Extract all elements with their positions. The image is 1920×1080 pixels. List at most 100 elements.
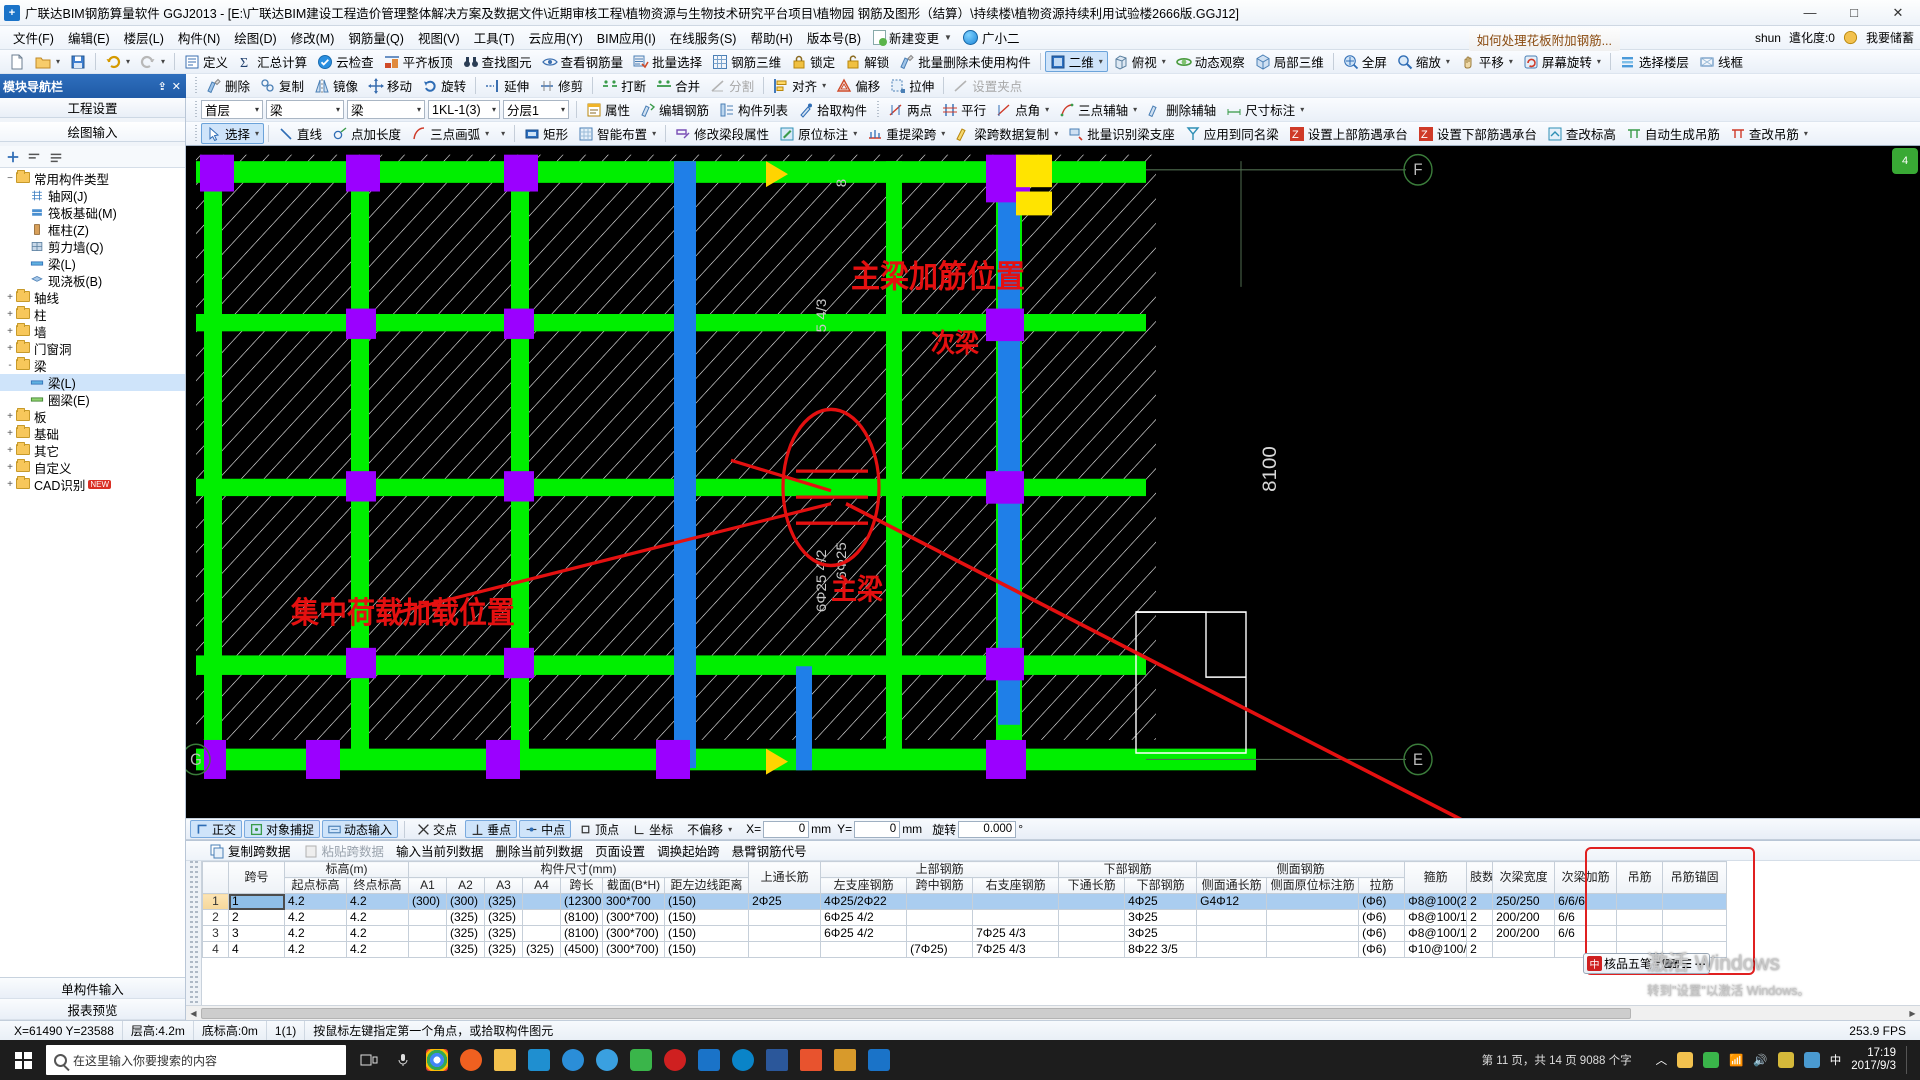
cell-stirrup[interactable]: Φ8@100(2) xyxy=(1404,893,1468,910)
app-mail[interactable] xyxy=(524,1044,554,1076)
cell-sec-beam-rebar[interactable]: 6/6/6 xyxy=(1554,893,1618,910)
expand-toggle[interactable]: + xyxy=(4,411,16,422)
toolbar-drag-handle[interactable] xyxy=(193,124,198,143)
expand-toggle[interactable]: - xyxy=(4,360,16,371)
cell-bottom-rebar[interactable]: 3Φ25 xyxy=(1124,909,1198,926)
tree-item-cast-slab[interactable]: 现浇板(B) xyxy=(0,272,185,289)
tree-folder-cad-recognition[interactable]: + CAD识别 NEW xyxy=(0,475,185,493)
tray-app-icon-2[interactable] xyxy=(1703,1052,1720,1068)
cell-a3[interactable]: (325) xyxy=(484,925,523,942)
cell-span-length[interactable]: (8100) xyxy=(560,925,603,942)
snap-coordinate[interactable]: 坐标 xyxy=(627,820,679,838)
ime-mode-icon[interactable]: 中 xyxy=(1587,956,1602,971)
cell-bottom-rebar[interactable]: 3Φ25 xyxy=(1124,925,1198,942)
cell-dist-left[interactable]: (150) xyxy=(663,941,750,958)
tree-item-ring-beam[interactable]: 圈梁(E) xyxy=(0,391,185,408)
cell-tie[interactable]: (Φ6) xyxy=(1358,925,1406,942)
maximize-button[interactable]: □ xyxy=(1832,0,1876,26)
chevron-down-icon[interactable]: ▾ xyxy=(1656,959,1660,968)
apply-same-beam-button[interactable]: 应用到同名梁 xyxy=(1180,123,1284,144)
toolbar-drag-handle[interactable] xyxy=(193,76,198,95)
table-row[interactable]: 2 2 4.2 4.2 (325) (325) (8100) (300*700) xyxy=(202,909,1728,926)
pin-icon[interactable]: ⇪ xyxy=(158,80,167,93)
help-tip-link[interactable]: 如何处理花板附加钢筋... xyxy=(1468,28,1620,51)
cell-dist-left[interactable]: (150) xyxy=(663,925,750,942)
cell-left-support[interactable]: 6Φ25 4/2 xyxy=(820,909,908,926)
dimension-button[interactable]: 尺寸标注 ▾ xyxy=(1221,99,1309,120)
scroll-right-arrow[interactable]: ▶ xyxy=(1905,1009,1920,1018)
cell-hanger-anchor[interactable] xyxy=(1662,893,1728,910)
tree-folder-column[interactable]: + 柱 xyxy=(0,305,185,323)
toolbar-drag-handle[interactable] xyxy=(193,100,198,119)
app-gld2[interactable] xyxy=(864,1044,894,1076)
snap-midpoint[interactable]: 中点 xyxy=(519,820,572,838)
y-input[interactable] xyxy=(854,820,901,838)
re-extract-span-button[interactable]: 重提梁跨 ▾ xyxy=(862,123,950,144)
tree-item-axis-grid[interactable]: 轴网(J) xyxy=(0,187,185,204)
tree-folder-foundation[interactable]: + 基础 xyxy=(0,424,185,442)
three-point-axis-button[interactable]: 三点辅轴 ▾ xyxy=(1054,99,1142,120)
cell-span-no[interactable]: 1 xyxy=(228,893,285,910)
expand-toggle[interactable]: + xyxy=(4,309,16,320)
cell-end-elev[interactable]: 4.2 xyxy=(346,893,409,910)
tray-app-icon-1[interactable] xyxy=(1677,1052,1694,1068)
screen-rotate-button[interactable]: 屏幕旋转 ▾ xyxy=(1518,51,1606,72)
table-row[interactable]: 4 4 4.2 4.2 (325) (325) (325) (4500) (30… xyxy=(202,941,1728,958)
align-button[interactable]: 对齐 ▾ xyxy=(768,75,831,96)
input-current-column-button[interactable]: 输入当前列数据 xyxy=(391,842,489,860)
cell-legs[interactable]: 2 xyxy=(1466,941,1494,958)
cell-hanger-anchor[interactable] xyxy=(1662,925,1728,942)
orbit-button[interactable]: 动态观察 xyxy=(1171,51,1250,72)
menu-rebar-qty[interactable]: 钢筋量(Q) xyxy=(341,26,411,49)
cell-hanger-anchor[interactable] xyxy=(1662,909,1728,926)
volume-icon[interactable]: 🔊 xyxy=(1753,1053,1767,1067)
app-opera[interactable] xyxy=(660,1044,690,1076)
cell-start-elev[interactable]: 4.2 xyxy=(284,941,347,958)
cell-side-through[interactable]: G4Φ12 xyxy=(1196,893,1268,910)
cell-left-support[interactable]: 6Φ25 4/2 xyxy=(820,925,908,942)
rect-tool-button[interactable]: 矩形 xyxy=(519,123,573,144)
trim-button[interactable]: 修剪 xyxy=(534,75,588,96)
cell-top-through[interactable] xyxy=(748,941,822,958)
cell-top-through[interactable] xyxy=(748,909,822,926)
copy-span-data-grid-button[interactable]: 复制跨数据 xyxy=(204,842,296,860)
mirror-button[interactable]: 镜像 xyxy=(309,75,363,96)
copy-span-data-button[interactable]: 梁跨数据复制 ▾ xyxy=(950,123,1063,144)
expand-toggle[interactable]: + xyxy=(4,428,16,439)
auto-hanger-button[interactable]: 自动生成吊筋 xyxy=(1621,123,1725,144)
snap-intersection[interactable]: 交点 xyxy=(411,820,463,838)
cortana-button[interactable] xyxy=(388,1044,418,1076)
app-wps[interactable] xyxy=(796,1044,826,1076)
pan-button[interactable]: 平移 ▾ xyxy=(1455,51,1518,72)
cell-section[interactable]: (300*700) xyxy=(602,941,665,958)
edit-rebar-button[interactable]: 编辑钢筋 xyxy=(635,99,714,120)
cell-tie[interactable]: (Φ6) xyxy=(1358,909,1406,926)
cell-hanger[interactable] xyxy=(1616,909,1664,926)
sidebar-tab-draw-input[interactable]: 绘图输入 xyxy=(0,122,185,142)
cloud-check-button[interactable]: 云检查 xyxy=(312,51,379,72)
paste-span-data-button[interactable]: 粘贴跨数据 xyxy=(298,842,390,860)
cell-midspan[interactable]: (7Φ25) xyxy=(906,941,974,958)
swap-start-span-button[interactable]: 调换起始跨 xyxy=(652,842,725,860)
select-tool-button[interactable]: 选择 ▾ xyxy=(201,123,265,144)
unlock-button[interactable]: 解锁 xyxy=(840,51,894,72)
extend-button[interactable]: 延伸 xyxy=(480,75,534,96)
app-chrome[interactable] xyxy=(422,1044,452,1076)
cell-right-support[interactable] xyxy=(972,893,1060,910)
redo-button[interactable]: ▾ xyxy=(135,51,170,72)
split-button[interactable]: 分割 xyxy=(705,75,759,96)
layer-combo[interactable]: 分层1 ▾ xyxy=(503,100,569,119)
define-button[interactable]: 定义 xyxy=(179,51,233,72)
cell-side-through[interactable] xyxy=(1196,925,1268,942)
menu-version[interactable]: 版本号(B) xyxy=(800,26,868,49)
cell-a3[interactable]: (325) xyxy=(484,941,523,958)
view-2d-button[interactable]: 二维 ▾ xyxy=(1044,51,1108,72)
cell-tie[interactable]: (Φ6) xyxy=(1358,893,1406,910)
batch-select-button[interactable]: 批量选择 xyxy=(628,51,707,72)
menu-component[interactable]: 构件(N) xyxy=(171,26,227,49)
x-input[interactable] xyxy=(763,820,810,838)
select-floor-button[interactable]: 选择楼层 xyxy=(1615,51,1694,72)
cell-midspan[interactable] xyxy=(906,893,974,910)
three-point-arc-button[interactable]: 三点画弧 ▾ xyxy=(406,123,494,144)
offset-mode-dropdown[interactable]: 不偏移 ▾ xyxy=(681,820,738,838)
